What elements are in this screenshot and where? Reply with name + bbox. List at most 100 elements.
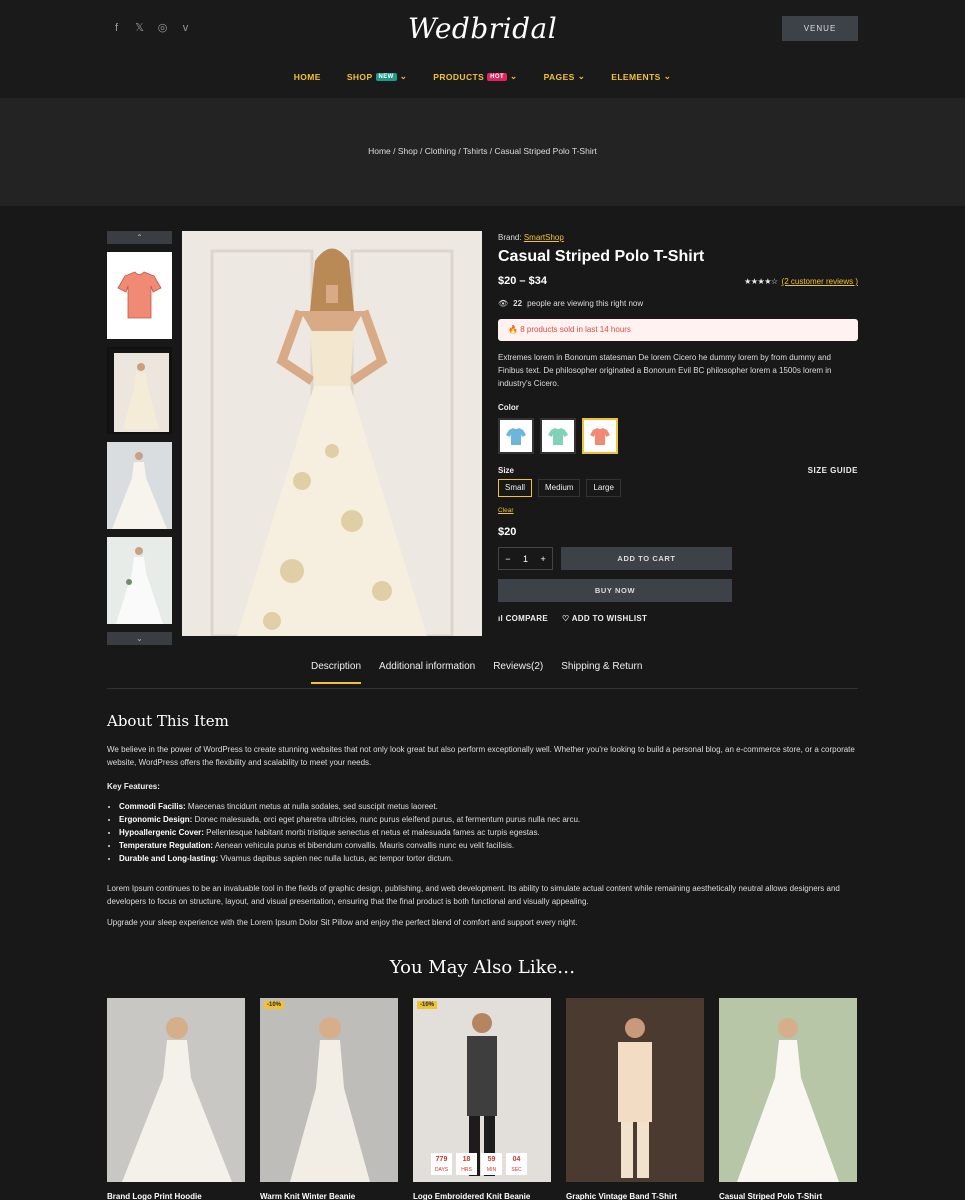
compare-label: COMPARE bbox=[505, 614, 548, 623]
key-features-heading: Key Features: bbox=[107, 782, 160, 791]
nav-shop[interactable]: SHOP NEW ⌄ bbox=[347, 71, 407, 82]
bar-chart-icon: ıl bbox=[498, 614, 504, 623]
about-paragraph-3: Upgrade your sleep experience with the L… bbox=[107, 918, 578, 927]
about-section: About This Item We believe in the power … bbox=[0, 688, 965, 929]
nav-home[interactable]: HOME bbox=[294, 71, 321, 82]
thumbnail-dress-2[interactable] bbox=[107, 442, 172, 529]
venue-button[interactable]: VENUE bbox=[782, 16, 858, 41]
nav-label: HOME bbox=[293, 71, 321, 82]
countdown-value: 59 bbox=[487, 1156, 496, 1163]
nav-pages[interactable]: PAGES ⌄ bbox=[544, 71, 586, 82]
qty-minus-button[interactable]: − bbox=[505, 554, 510, 564]
tab-additional-info[interactable]: Additional information bbox=[379, 661, 475, 684]
countdown-value: 779 bbox=[435, 1156, 448, 1163]
viewing-count: 22 bbox=[513, 299, 523, 308]
feature-item: Temperature Regulation: Aenean vehicula … bbox=[119, 839, 858, 852]
nav-label: ELEMENTS bbox=[611, 71, 661, 82]
page-hero: Home / Shop / Clothing / Tshirts / Casua… bbox=[0, 98, 965, 206]
product-card-name[interactable]: Graphic Vintage Band T-Shirt bbox=[566, 1192, 704, 1200]
product-card-name[interactable]: Logo Embroidered Knit Beanie bbox=[413, 1192, 551, 1200]
product-card[interactable]: Graphic Vintage Band T-Shirt ★★★★★ bbox=[566, 998, 704, 1200]
chevron-up-icon[interactable]: ⌃ bbox=[107, 231, 172, 244]
current-price: $20 bbox=[498, 526, 517, 538]
countdown-unit: DAYS bbox=[434, 1167, 449, 1173]
short-description: Extremes lorem in Bonorum statesman De l… bbox=[498, 353, 832, 388]
product-card-name[interactable]: Casual Striped Polo T-Shirt bbox=[719, 1192, 857, 1200]
thumbnail-tshirt[interactable] bbox=[107, 252, 172, 339]
color-swatch-coral[interactable] bbox=[582, 418, 618, 454]
countdown-value: 04 bbox=[512, 1156, 521, 1163]
nav-label: PRODUCTS bbox=[433, 71, 485, 82]
eye-icon: 👁 bbox=[498, 299, 509, 308]
product-card[interactable]: -10% Warm Knit Winter Beanie ★★★★★ bbox=[260, 998, 398, 1200]
product-card-image[interactable] bbox=[107, 998, 245, 1182]
product-card[interactable]: -10% 779 DAYS 18 HRS 59 MIN 04 SEC Logo Embr… bbox=[413, 998, 551, 1200]
size-small[interactable]: Small bbox=[498, 479, 533, 497]
tab-description[interactable]: Description bbox=[311, 661, 362, 684]
thumbnail-gallery: ⌃ ⌄ bbox=[107, 231, 172, 645]
heart-icon: ♡ bbox=[561, 614, 570, 623]
product-card-image[interactable] bbox=[566, 998, 704, 1182]
price-row: $20 – $34 ★★★★☆ (2 customer reviews ) bbox=[498, 275, 858, 287]
sold-notice: 🔥 8 products sold in last 14 hours bbox=[498, 319, 858, 341]
reviews-link[interactable]: (2 customer reviews ) bbox=[782, 277, 858, 286]
size-guide-link[interactable]: SIZE GUIDE bbox=[808, 466, 858, 475]
viewing-text: people are viewing this right now bbox=[527, 299, 644, 308]
nav-label: SHOP bbox=[346, 71, 373, 82]
product-card-name[interactable]: Brand Logo Print Hoodie bbox=[107, 1192, 245, 1200]
feature-text: Donec malesuada, orci eget pharetra ultr… bbox=[192, 815, 581, 824]
tab-reviews[interactable]: Reviews(2) bbox=[493, 661, 543, 684]
about-intro: We believe in the power of WordPress to … bbox=[107, 745, 855, 767]
countdown-unit: HRS bbox=[461, 1167, 472, 1173]
feature-name: Durable and Long-lasting: bbox=[119, 854, 219, 863]
main-product-image[interactable] bbox=[182, 231, 482, 636]
about-paragraph-2: Lorem Ipsum continues to be an invaluabl… bbox=[107, 884, 840, 906]
product-card-image[interactable]: -10% 779 DAYS 18 HRS 59 MIN 04 SEC bbox=[413, 998, 551, 1182]
product-card-image[interactable]: -10% bbox=[260, 998, 398, 1182]
feature-item: Hypoallergenic Cover: Pellentesque habit… bbox=[119, 826, 858, 839]
brand-link[interactable]: SmartShop bbox=[524, 233, 564, 242]
sold-text: 8 products sold in last 14 hours bbox=[520, 325, 631, 334]
qty-value[interactable]: 1 bbox=[523, 554, 528, 564]
feature-item: Commodi Facilis: Maecenas tincidunt metu… bbox=[119, 800, 858, 813]
product-card[interactable]: Brand Logo Print Hoodie ★★★★★ bbox=[107, 998, 245, 1200]
breadcrumb[interactable]: Home / Shop / Clothing / Tshirts / Casua… bbox=[0, 98, 965, 156]
color-swatch-blue[interactable] bbox=[498, 418, 534, 454]
related-title: You May Also Like… bbox=[389, 957, 576, 978]
related-products: Brand Logo Print Hoodie ★★★★★ -10% Warm … bbox=[0, 998, 965, 1200]
thumbnail-dress-3[interactable] bbox=[107, 537, 172, 624]
size-large[interactable]: Large bbox=[586, 479, 621, 497]
rating-block: ★★★★☆ (2 customer reviews ) bbox=[744, 275, 858, 287]
feature-name: Temperature Regulation: bbox=[119, 841, 214, 850]
wishlist-label: ADD TO WISHLIST bbox=[571, 614, 648, 623]
chevron-down-icon[interactable]: ⌄ bbox=[107, 632, 172, 645]
discount-badge: -10% bbox=[264, 1001, 285, 1009]
main-nav: HOME SHOP NEW ⌄ PRODUCTS HOT ⌄ PAGES ⌄ ELEMEN… bbox=[0, 71, 965, 82]
feature-text: Maecenas tincidunt metus at nulla sodale… bbox=[185, 802, 438, 811]
viewing-notice: 👁 22 people are viewing this right now bbox=[498, 299, 858, 308]
qty-plus-button[interactable]: + bbox=[540, 554, 545, 564]
color-swatch-mint[interactable] bbox=[540, 418, 576, 454]
clear-link[interactable]: Clear bbox=[498, 507, 858, 514]
nav-label: PAGES bbox=[543, 71, 575, 82]
feature-item: Ergonomic Design: Donec malesuada, orci … bbox=[119, 813, 858, 826]
product-card-name[interactable]: Warm Knit Winter Beanie bbox=[260, 1192, 398, 1200]
add-to-cart-button[interactable]: ADD TO CART bbox=[561, 547, 732, 570]
nav-elements[interactable]: ELEMENTS ⌄ bbox=[611, 71, 671, 82]
site-header: f 𝕏 ◎ v Wedbridal VENUE HOME SHOP NEW ⌄ PR… bbox=[0, 0, 965, 98]
tab-shipping[interactable]: Shipping & Return bbox=[561, 661, 642, 684]
size-label: Size bbox=[498, 466, 515, 475]
thumbnail-dress-1[interactable] bbox=[107, 347, 172, 434]
size-medium[interactable]: Medium bbox=[538, 479, 581, 497]
brand-line: Brand: SmartShop bbox=[498, 233, 858, 242]
product-card-image[interactable] bbox=[719, 998, 857, 1182]
feature-text: Aenean vehicula purus et bibendum conval… bbox=[213, 841, 515, 850]
hot-badge: HOT bbox=[487, 72, 508, 81]
compare-link[interactable]: ıl COMPARE bbox=[498, 614, 548, 623]
buy-now-button[interactable]: BUY NOW bbox=[498, 579, 732, 602]
wishlist-link[interactable]: ♡ ADD TO WISHLIST bbox=[562, 614, 647, 623]
product-card[interactable]: Casual Striped Polo T-Shirt ★★★★☆ bbox=[719, 998, 857, 1200]
nav-products[interactable]: PRODUCTS HOT ⌄ bbox=[433, 71, 517, 82]
chevron-down-icon: ⌄ bbox=[399, 71, 408, 81]
countdown-hours: 18 HRS bbox=[456, 1153, 477, 1175]
